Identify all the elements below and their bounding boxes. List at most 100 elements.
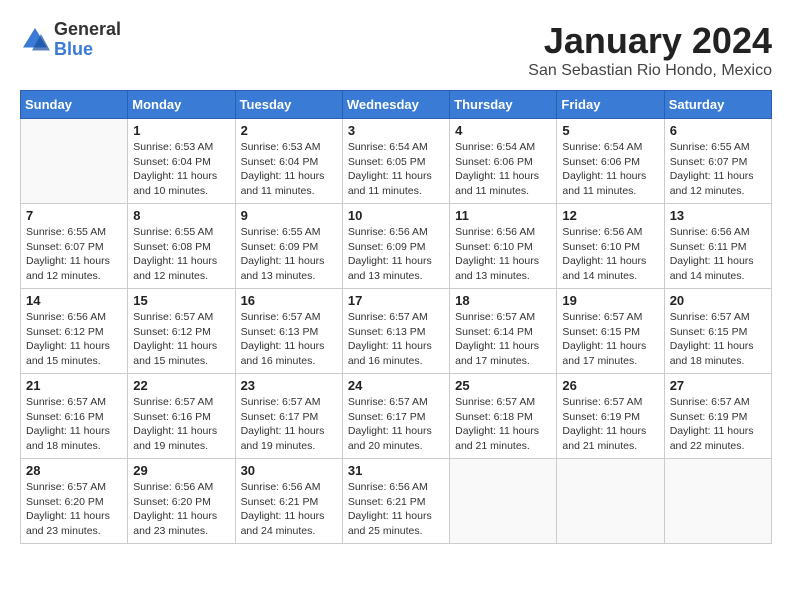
calendar-cell: 4Sunrise: 6:54 AM Sunset: 6:06 PM Daylig… [450, 119, 557, 204]
calendar-subtitle: San Sebastian Rio Hondo, Mexico [528, 62, 772, 80]
day-number: 30 [241, 463, 337, 478]
day-info: Sunrise: 6:56 AM Sunset: 6:10 PM Dayligh… [562, 225, 658, 284]
day-info: Sunrise: 6:57 AM Sunset: 6:12 PM Dayligh… [133, 310, 229, 369]
calendar-cell: 1 Sunrise: 6:53 AM Sunset: 6:04 PM Daylig… [128, 119, 235, 204]
calendar-cell: 10 Sunrise: 6:56 AM Sunset: 6:09 PM Dayli… [342, 204, 449, 289]
calendar-cell: 23 Sunrise: 6:57 AM Sunset: 6:17 PM Dayli… [235, 374, 342, 459]
calendar-cell: 2 Sunrise: 6:53 AM Sunset: 6:04 PM Daylig… [235, 119, 342, 204]
calendar-cell: 27Sunrise: 6:57 AM Sunset: 6:19 PM Dayli… [664, 374, 771, 459]
calendar-cell: 20 Sunrise: 6:57 AM Sunset: 6:15 PM Dayli… [664, 289, 771, 374]
day-number: 16 [241, 293, 337, 308]
header-row: SundayMondayTuesdayWednesdayThursdayFrid… [21, 91, 772, 119]
week-row-2: 7Sunrise: 6:55 AM Sunset: 6:07 PM Daylig… [21, 204, 772, 289]
day-info: Sunrise: 6:57 AM Sunset: 6:15 PM Dayligh… [670, 310, 766, 369]
calendar-table: SundayMondayTuesdayWednesdayThursdayFrid… [20, 90, 772, 544]
calendar-cell: 13 Sunrise: 6:56 AM Sunset: 6:11 PM Dayli… [664, 204, 771, 289]
day-info: Sunrise: 6:57 AM Sunset: 6:16 PM Dayligh… [133, 395, 229, 454]
day-number: 4 [455, 123, 551, 138]
day-info: Sunrise: 6:57 AM Sunset: 6:16 PM Dayligh… [26, 395, 122, 454]
calendar-cell: 15 Sunrise: 6:57 AM Sunset: 6:12 PM Dayli… [128, 289, 235, 374]
calendar-cell: 5Sunrise: 6:54 AM Sunset: 6:06 PM Daylig… [557, 119, 664, 204]
day-info: Sunrise: 6:57 AM Sunset: 6:17 PM Dayligh… [241, 395, 337, 454]
day-number: 3 [348, 123, 444, 138]
day-number: 20 [670, 293, 766, 308]
day-info: Sunrise: 6:57 AM Sunset: 6:17 PM Dayligh… [348, 395, 444, 454]
day-number: 28 [26, 463, 122, 478]
logo-blue: Blue [54, 40, 121, 60]
day-info: Sunrise: 6:57 AM Sunset: 6:13 PM Dayligh… [348, 310, 444, 369]
week-row-4: 21Sunrise: 6:57 AM Sunset: 6:16 PM Dayli… [21, 374, 772, 459]
week-row-3: 14Sunrise: 6:56 AM Sunset: 6:12 PM Dayli… [21, 289, 772, 374]
day-info: Sunrise: 6:57 AM Sunset: 6:13 PM Dayligh… [241, 310, 337, 369]
day-number: 26 [562, 378, 658, 393]
calendar-cell: 6 Sunrise: 6:55 AM Sunset: 6:07 PM Daylig… [664, 119, 771, 204]
header-day-friday: Friday [557, 91, 664, 119]
day-number: 15 [133, 293, 229, 308]
header-day-saturday: Saturday [664, 91, 771, 119]
header-day-tuesday: Tuesday [235, 91, 342, 119]
day-info: Sunrise: 6:54 AM Sunset: 6:05 PM Dayligh… [348, 140, 444, 199]
calendar-cell: 3 Sunrise: 6:54 AM Sunset: 6:05 PM Daylig… [342, 119, 449, 204]
calendar-cell [450, 459, 557, 544]
header-day-wednesday: Wednesday [342, 91, 449, 119]
calendar-cell: 18Sunrise: 6:57 AM Sunset: 6:14 PM Dayli… [450, 289, 557, 374]
day-number: 23 [241, 378, 337, 393]
day-info: Sunrise: 6:53 AM Sunset: 6:04 PM Dayligh… [133, 140, 229, 199]
calendar-cell: 21Sunrise: 6:57 AM Sunset: 6:16 PM Dayli… [21, 374, 128, 459]
day-number: 14 [26, 293, 122, 308]
calendar-cell: 17 Sunrise: 6:57 AM Sunset: 6:13 PM Dayli… [342, 289, 449, 374]
day-info: Sunrise: 6:55 AM Sunset: 6:07 PM Dayligh… [670, 140, 766, 199]
day-number: 8 [133, 208, 229, 223]
day-number: 1 [133, 123, 229, 138]
calendar-cell: 12 Sunrise: 6:56 AM Sunset: 6:10 PM Dayli… [557, 204, 664, 289]
calendar-cell [664, 459, 771, 544]
day-number: 29 [133, 463, 229, 478]
day-number: 12 [562, 208, 658, 223]
header-day-sunday: Sunday [21, 91, 128, 119]
day-number: 5 [562, 123, 658, 138]
day-number: 10 [348, 208, 444, 223]
day-number: 2 [241, 123, 337, 138]
calendar-title: January 2024 [528, 20, 772, 62]
logo: General Blue [20, 20, 121, 60]
calendar-cell: 30 Sunrise: 6:56 AM Sunset: 6:21 PM Dayli… [235, 459, 342, 544]
day-info: Sunrise: 6:57 AM Sunset: 6:20 PM Dayligh… [26, 480, 122, 539]
day-number: 18 [455, 293, 551, 308]
calendar-cell: 24Sunrise: 6:57 AM Sunset: 6:17 PM Dayli… [342, 374, 449, 459]
header-day-monday: Monday [128, 91, 235, 119]
title-area: January 2024 San Sebastian Rio Hondo, Me… [528, 20, 772, 80]
page-header: General Blue January 2024 San Sebastian … [20, 20, 772, 80]
calendar-cell: 22 Sunrise: 6:57 AM Sunset: 6:16 PM Dayli… [128, 374, 235, 459]
calendar-cell: 29 Sunrise: 6:56 AM Sunset: 6:20 PM Dayli… [128, 459, 235, 544]
day-number: 13 [670, 208, 766, 223]
calendar-cell: 25Sunrise: 6:57 AM Sunset: 6:18 PM Dayli… [450, 374, 557, 459]
day-number: 6 [670, 123, 766, 138]
calendar-cell: 11 Sunrise: 6:56 AM Sunset: 6:10 PM Dayli… [450, 204, 557, 289]
calendar-cell: 26 Sunrise: 6:57 AM Sunset: 6:19 PM Dayli… [557, 374, 664, 459]
day-info: Sunrise: 6:57 AM Sunset: 6:19 PM Dayligh… [562, 395, 658, 454]
day-number: 17 [348, 293, 444, 308]
day-info: Sunrise: 6:56 AM Sunset: 6:10 PM Dayligh… [455, 225, 551, 284]
day-info: Sunrise: 6:56 AM Sunset: 6:11 PM Dayligh… [670, 225, 766, 284]
week-row-5: 28 Sunrise: 6:57 AM Sunset: 6:20 PM Dayli… [21, 459, 772, 544]
day-info: Sunrise: 6:57 AM Sunset: 6:15 PM Dayligh… [562, 310, 658, 369]
calendar-cell: 19 Sunrise: 6:57 AM Sunset: 6:15 PM Dayli… [557, 289, 664, 374]
day-number: 11 [455, 208, 551, 223]
day-number: 19 [562, 293, 658, 308]
day-number: 9 [241, 208, 337, 223]
calendar-cell [557, 459, 664, 544]
calendar-cell: 16 Sunrise: 6:57 AM Sunset: 6:13 PM Dayli… [235, 289, 342, 374]
day-info: Sunrise: 6:56 AM Sunset: 6:20 PM Dayligh… [133, 480, 229, 539]
day-info: Sunrise: 6:56 AM Sunset: 6:21 PM Dayligh… [241, 480, 337, 539]
day-info: Sunrise: 6:55 AM Sunset: 6:09 PM Dayligh… [241, 225, 337, 284]
logo-icon [20, 25, 50, 55]
week-row-1: 1 Sunrise: 6:53 AM Sunset: 6:04 PM Daylig… [21, 119, 772, 204]
calendar-cell: 9 Sunrise: 6:55 AM Sunset: 6:09 PM Daylig… [235, 204, 342, 289]
day-number: 22 [133, 378, 229, 393]
day-info: Sunrise: 6:56 AM Sunset: 6:21 PM Dayligh… [348, 480, 444, 539]
day-number: 31 [348, 463, 444, 478]
calendar-body: 1 Sunrise: 6:53 AM Sunset: 6:04 PM Daylig… [21, 119, 772, 544]
day-info: Sunrise: 6:55 AM Sunset: 6:07 PM Dayligh… [26, 225, 122, 284]
day-info: Sunrise: 6:53 AM Sunset: 6:04 PM Dayligh… [241, 140, 337, 199]
day-info: Sunrise: 6:56 AM Sunset: 6:09 PM Dayligh… [348, 225, 444, 284]
